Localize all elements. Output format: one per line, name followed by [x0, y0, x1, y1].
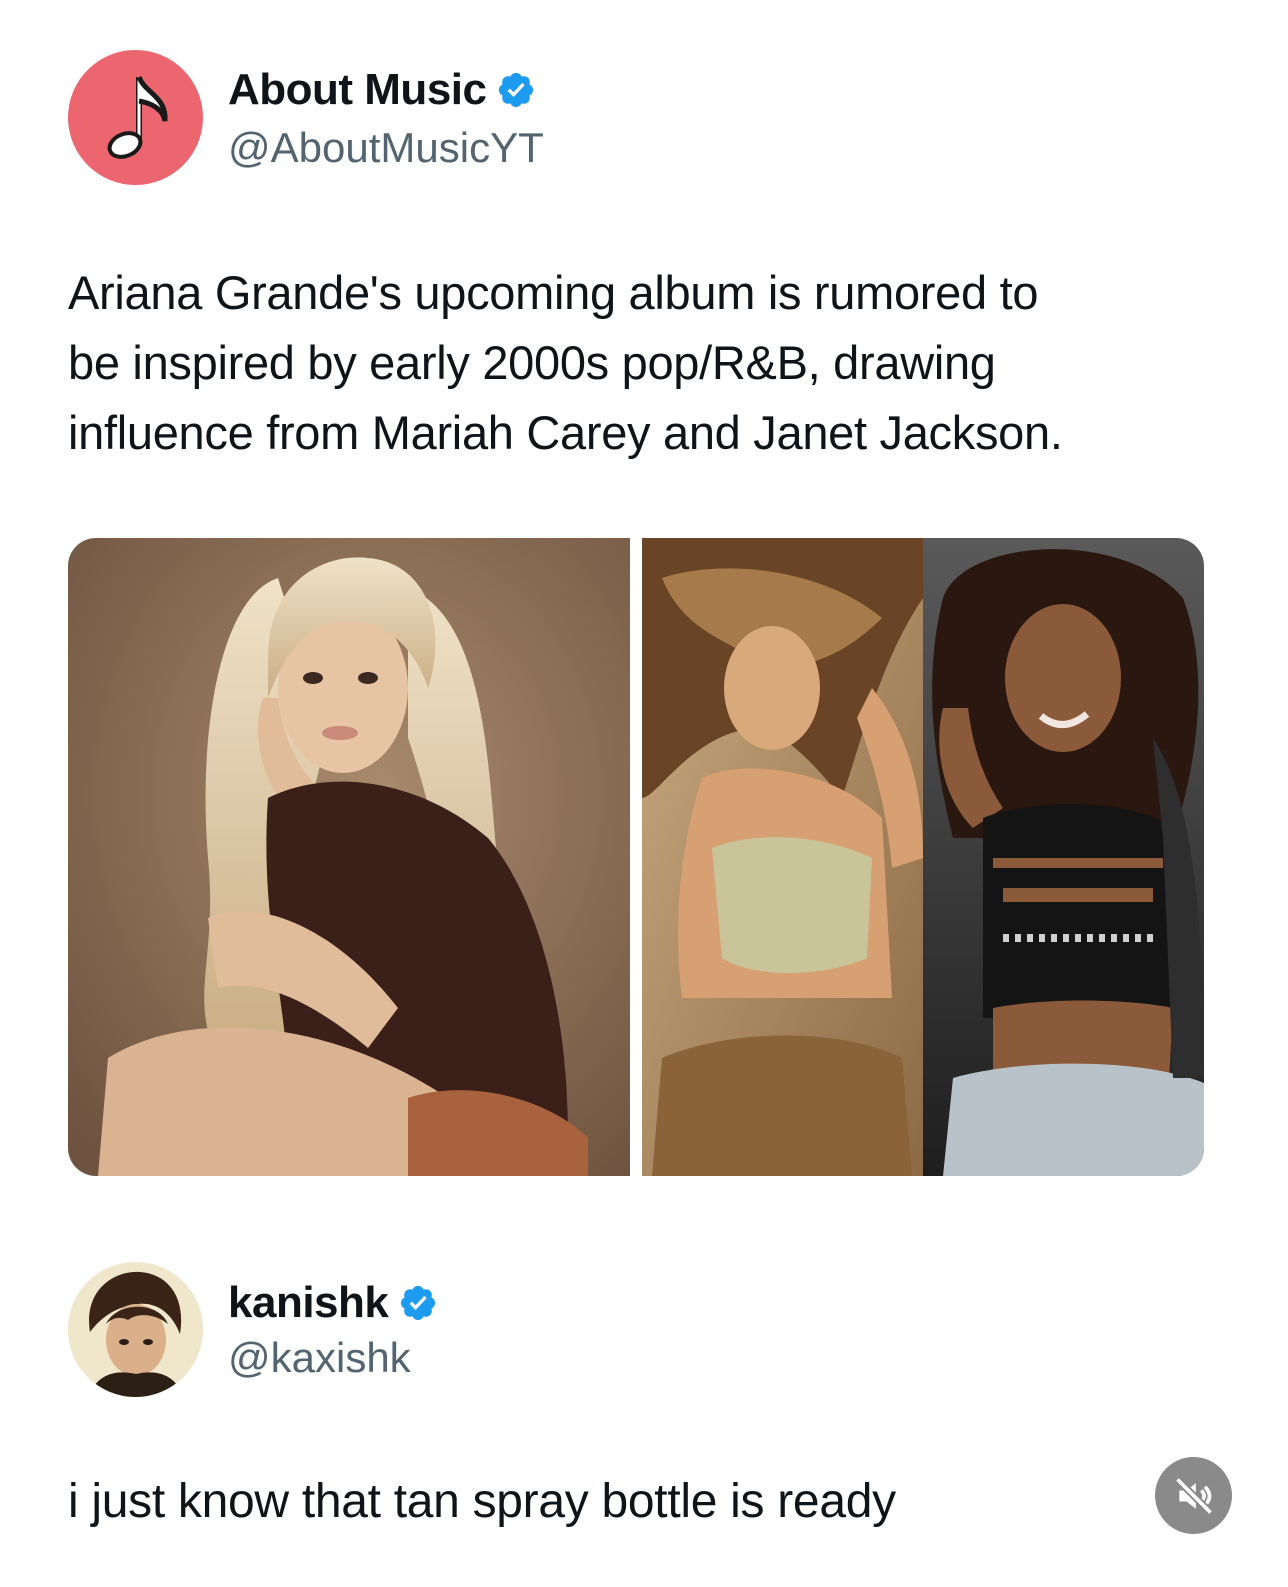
tweet-text-line: influence from Mariah Carey and Janet Ja…	[68, 406, 1063, 459]
author-display-name[interactable]: About Music	[228, 68, 487, 112]
media-photo-right[interactable]	[642, 538, 1204, 1176]
author-handle[interactable]: @AboutMusicYT	[228, 127, 544, 169]
mute-button[interactable]	[1155, 1457, 1232, 1534]
music-note-icon	[107, 75, 168, 159]
tweet-text-line: Ariana Grande's upcoming album is rumore…	[68, 266, 1039, 319]
reply-text: i just know that tan spray bottle is rea…	[68, 1475, 896, 1528]
avatar-kanishk[interactable]	[68, 1262, 203, 1397]
profile-photo-icon	[68, 1262, 203, 1397]
author-name-row: About Music	[228, 68, 536, 112]
photo-ariana	[68, 538, 630, 1176]
media-photo-mariah	[642, 538, 923, 1176]
reply-author-display-name[interactable]: kanishk	[228, 1281, 389, 1325]
photo-mariah	[642, 538, 923, 1176]
verified-badge-icon	[499, 72, 534, 108]
speaker-muted-icon	[1174, 1476, 1213, 1515]
tweet-text: Ariana Grande's upcoming album is rumore…	[68, 258, 1063, 468]
verified-badge-icon	[401, 1285, 436, 1321]
photo-janet	[923, 538, 1204, 1176]
media-photo-janet	[923, 538, 1204, 1176]
reply-author-name-row: kanishk	[228, 1281, 438, 1325]
avatar-about-music[interactable]	[68, 50, 203, 185]
media-photo-left[interactable]	[68, 538, 630, 1176]
reply-author-handle[interactable]: @kaxishk	[228, 1337, 411, 1379]
tweet-text-line: be inspired by early 2000s pop/R&B, draw…	[68, 336, 996, 389]
tweet-media-grid	[68, 538, 1204, 1176]
